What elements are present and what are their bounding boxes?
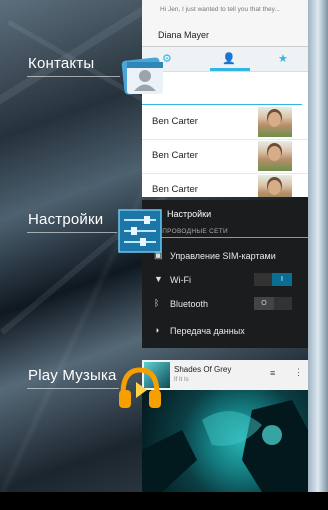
wifi-toggle[interactable]: I [254,273,292,286]
contact-row[interactable]: Ben Carter [142,173,308,197]
label-divider [27,76,120,77]
contact-photo [258,107,292,137]
contact-row[interactable]: Ben Carter [142,139,308,174]
label-divider [27,388,119,389]
contact-name: Ben Carter [152,184,198,195]
contact-row[interactable]: Ben Carter [142,105,308,140]
person-icon[interactable]: 👤 [222,52,236,65]
toggle-off-state: O [254,297,274,310]
section-divider [142,237,308,238]
now-playing-bar: Shades Of Grey If It Is ≡ ⋮ [142,360,308,390]
settings-icon[interactable] [118,209,162,253]
selected-tab-indicator [210,68,250,71]
app-label-contacts[interactable]: Контакты [28,55,94,72]
settings-row-label: Передача данных [170,326,245,336]
settings-row-label: Bluetooth [170,299,209,309]
track-artist: If It Is [174,377,189,383]
wifi-icon: ▼ [154,274,163,284]
bluetooth-toggle[interactable]: O [254,297,292,310]
overflow-menu-icon[interactable]: ⋮ [294,367,303,378]
settings-row-bluetooth[interactable]: ᛒ Bluetooth O [142,293,308,317]
headphones-icon[interactable] [117,364,163,412]
contact-name: Ben Carter [152,150,198,161]
toggle-on-state: I [272,273,292,286]
settings-title: Настройки [167,209,212,219]
settings-row-wifi[interactable]: ▼ Wi-Fi I [142,269,308,293]
contacts-tab-bar: ⚙ 👤 ★ [142,47,308,72]
email-thumbnail[interactable]: Hi Jen, I just wanted to tell you that t… [142,0,308,47]
settings-row-sim[interactable]: ▣ Управление SIM-картами [142,245,308,269]
contact-photo [258,175,292,197]
app-label-settings[interactable]: Настройки [28,211,103,228]
data-usage-icon: ◑ [154,325,160,335]
album-art-graphic [142,400,308,492]
contacts-thumbnail[interactable]: ⚙ 👤 ★ Ben Carter Ben Carter Ben Carter [142,47,308,197]
settings-row-label: Управление SIM-картами [170,251,276,261]
music-thumbnail[interactable]: Shades Of Grey If It Is ≡ ⋮ [142,360,308,492]
app-label-play-music[interactable]: Play Музыка [28,367,117,384]
settings-row-data-usage[interactable]: ◑ Передача данных [142,320,308,344]
track-title: Shades Of Grey [174,365,232,374]
email-preview: Hi Jen, I just wanted to tell you that t… [160,6,280,13]
label-divider [27,232,117,233]
contact-photo [258,141,292,171]
email-sender: Diana Mayer [158,30,210,40]
settings-row-label: Wi-Fi [170,275,191,285]
star-icon[interactable]: ★ [278,52,288,65]
home-screen-edge [308,0,328,510]
settings-thumbnail[interactable]: Настройки БЕСПРОВОДНЫЕ СЕТИ ▣ Управление… [142,200,308,348]
album-art [142,390,308,492]
contact-name: Ben Carter [152,116,198,127]
recent-apps-screen: Hi Jen, I just wanted to tell you that t… [0,0,328,510]
bluetooth-icon: ᛒ [154,298,160,308]
navigation-bar [0,492,328,510]
queue-icon[interactable]: ≡ [270,368,275,378]
contacts-icon[interactable] [120,56,166,98]
